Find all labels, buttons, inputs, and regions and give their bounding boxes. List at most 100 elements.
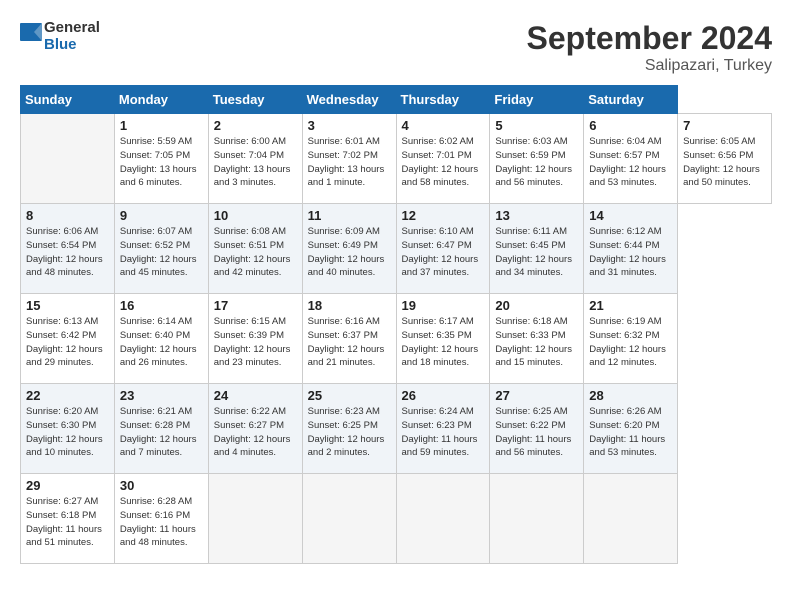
- calendar-cell: 26 Sunrise: 6:24 AMSunset: 6:23 PMDayligh…: [396, 384, 490, 474]
- logo-general: General: [44, 20, 100, 37]
- calendar-cell: 25 Sunrise: 6:23 AMSunset: 6:25 PMDayligh…: [302, 384, 396, 474]
- calendar-cell: 28 Sunrise: 6:26 AMSunset: 6:20 PMDayligh…: [584, 384, 678, 474]
- day-info: Sunrise: 6:13 AMSunset: 6:42 PMDaylight:…: [26, 315, 109, 370]
- weekday-header-sunday: Sunday: [21, 86, 115, 114]
- calendar-cell: 13 Sunrise: 6:11 AMSunset: 6:45 PMDayligh…: [490, 204, 584, 294]
- day-number: 7: [683, 118, 766, 133]
- calendar-cell: 14 Sunrise: 6:12 AMSunset: 6:44 PMDayligh…: [584, 204, 678, 294]
- day-number: 14: [589, 208, 672, 223]
- calendar-cell: 3Sunrise: 6:01 AMSunset: 7:02 PMDaylight…: [302, 114, 396, 204]
- page-header: General Blue September 2024 Salipazari, …: [20, 20, 772, 75]
- calendar-cell: 29Sunrise: 6:27 AMSunset: 6:18 PMDayligh…: [21, 474, 115, 564]
- day-info: Sunrise: 6:26 AMSunset: 6:20 PMDaylight:…: [589, 405, 672, 460]
- calendar-cell: [396, 474, 490, 564]
- day-number: 22: [26, 388, 109, 403]
- calendar-cell: 24 Sunrise: 6:22 AMSunset: 6:27 PMDayligh…: [208, 384, 302, 474]
- day-number: 26: [402, 388, 485, 403]
- day-info: Sunrise: 6:19 AMSunset: 6:32 PMDaylight:…: [589, 315, 672, 370]
- day-number: 25: [308, 388, 391, 403]
- day-info: Sunrise: 6:11 AMSunset: 6:45 PMDaylight:…: [495, 225, 578, 280]
- weekday-header-row: SundayMondayTuesdayWednesdayThursdayFrid…: [21, 86, 772, 114]
- day-number: 28: [589, 388, 672, 403]
- logo-blue: Blue: [44, 37, 100, 54]
- day-info: Sunrise: 6:00 AMSunset: 7:04 PMDaylight:…: [214, 135, 297, 190]
- day-number: 20: [495, 298, 578, 313]
- day-number: 17: [214, 298, 297, 313]
- day-number: 23: [120, 388, 203, 403]
- day-info: Sunrise: 6:21 AMSunset: 6:28 PMDaylight:…: [120, 405, 203, 460]
- day-info: Sunrise: 6:08 AMSunset: 6:51 PMDaylight:…: [214, 225, 297, 280]
- calendar-cell: [21, 114, 115, 204]
- day-number: 11: [308, 208, 391, 223]
- calendar-cell: 12Sunrise: 6:10 AMSunset: 6:47 PMDayligh…: [396, 204, 490, 294]
- day-info: Sunrise: 6:10 AMSunset: 6:47 PMDaylight:…: [402, 225, 485, 280]
- weekday-header-saturday: Saturday: [584, 86, 678, 114]
- day-number: 16: [120, 298, 203, 313]
- day-info: Sunrise: 6:07 AMSunset: 6:52 PMDaylight:…: [120, 225, 203, 280]
- weekday-header-wednesday: Wednesday: [302, 86, 396, 114]
- calendar-cell: [208, 474, 302, 564]
- day-info: Sunrise: 6:20 AMSunset: 6:30 PMDaylight:…: [26, 405, 109, 460]
- day-info: Sunrise: 6:28 AMSunset: 6:16 PMDaylight:…: [120, 495, 203, 550]
- month-year-title: September 2024: [527, 20, 772, 57]
- calendar-cell: 16 Sunrise: 6:14 AMSunset: 6:40 PMDayligh…: [114, 294, 208, 384]
- calendar-cell: 22 Sunrise: 6:20 AMSunset: 6:30 PMDayligh…: [21, 384, 115, 474]
- day-info: Sunrise: 6:25 AMSunset: 6:22 PMDaylight:…: [495, 405, 578, 460]
- calendar-cell: 27 Sunrise: 6:25 AMSunset: 6:22 PMDayligh…: [490, 384, 584, 474]
- weekday-header-monday: Monday: [114, 86, 208, 114]
- day-info: Sunrise: 6:23 AMSunset: 6:25 PMDaylight:…: [308, 405, 391, 460]
- day-info: Sunrise: 5:59 AMSunset: 7:05 PMDaylight:…: [120, 135, 203, 190]
- day-info: Sunrise: 6:06 AMSunset: 6:54 PMDaylight:…: [26, 225, 109, 280]
- day-number: 6: [589, 118, 672, 133]
- calendar-cell: 20Sunrise: 6:18 AMSunset: 6:33 PMDayligh…: [490, 294, 584, 384]
- day-number: 24: [214, 388, 297, 403]
- calendar-cell: 23 Sunrise: 6:21 AMSunset: 6:28 PMDayligh…: [114, 384, 208, 474]
- calendar-cell: 6Sunrise: 6:04 AMSunset: 6:57 PMDaylight…: [584, 114, 678, 204]
- calendar-cell: 9 Sunrise: 6:07 AMSunset: 6:52 PMDaylight…: [114, 204, 208, 294]
- calendar-week-row: 8Sunrise: 6:06 AMSunset: 6:54 PMDaylight…: [21, 204, 772, 294]
- logo-flag-icon: [20, 23, 42, 51]
- day-info: Sunrise: 6:12 AMSunset: 6:44 PMDaylight:…: [589, 225, 672, 280]
- day-info: Sunrise: 6:02 AMSunset: 7:01 PMDaylight:…: [402, 135, 485, 190]
- day-number: 21: [589, 298, 672, 313]
- day-info: Sunrise: 6:03 AMSunset: 6:59 PMDaylight:…: [495, 135, 578, 190]
- day-info: Sunrise: 6:24 AMSunset: 6:23 PMDaylight:…: [402, 405, 485, 460]
- day-info: Sunrise: 6:17 AMSunset: 6:35 PMDaylight:…: [402, 315, 485, 370]
- weekday-header-friday: Friday: [490, 86, 584, 114]
- calendar-week-row: 22 Sunrise: 6:20 AMSunset: 6:30 PMDayligh…: [21, 384, 772, 474]
- logo-text: General Blue: [44, 20, 100, 53]
- calendar-cell: [302, 474, 396, 564]
- calendar-cell: 15 Sunrise: 6:13 AMSunset: 6:42 PMDayligh…: [21, 294, 115, 384]
- title-block: September 2024 Salipazari, Turkey: [527, 20, 772, 75]
- day-number: 15: [26, 298, 109, 313]
- day-number: 27: [495, 388, 578, 403]
- day-info: Sunrise: 6:22 AMSunset: 6:27 PMDaylight:…: [214, 405, 297, 460]
- calendar-cell: 30 Sunrise: 6:28 AMSunset: 6:16 PMDayligh…: [114, 474, 208, 564]
- day-info: Sunrise: 6:14 AMSunset: 6:40 PMDaylight:…: [120, 315, 203, 370]
- calendar-cell: 11 Sunrise: 6:09 AMSunset: 6:49 PMDayligh…: [302, 204, 396, 294]
- day-info: Sunrise: 6:05 AMSunset: 6:56 PMDaylight:…: [683, 135, 766, 190]
- calendar-cell: 10 Sunrise: 6:08 AMSunset: 6:51 PMDayligh…: [208, 204, 302, 294]
- calendar-cell: [490, 474, 584, 564]
- day-info: Sunrise: 6:09 AMSunset: 6:49 PMDaylight:…: [308, 225, 391, 280]
- day-info: Sunrise: 6:15 AMSunset: 6:39 PMDaylight:…: [214, 315, 297, 370]
- day-info: Sunrise: 6:27 AMSunset: 6:18 PMDaylight:…: [26, 495, 109, 550]
- day-number: 9: [120, 208, 203, 223]
- day-number: 13: [495, 208, 578, 223]
- day-number: 10: [214, 208, 297, 223]
- calendar-cell: 4 Sunrise: 6:02 AMSunset: 7:01 PMDaylight…: [396, 114, 490, 204]
- day-info: Sunrise: 6:16 AMSunset: 6:37 PMDaylight:…: [308, 315, 391, 370]
- day-number: 19: [402, 298, 485, 313]
- day-number: 18: [308, 298, 391, 313]
- calendar-cell: [584, 474, 678, 564]
- day-number: 30: [120, 478, 203, 493]
- weekday-header-thursday: Thursday: [396, 86, 490, 114]
- calendar-cell: 8Sunrise: 6:06 AMSunset: 6:54 PMDaylight…: [21, 204, 115, 294]
- calendar-cell: 18 Sunrise: 6:16 AMSunset: 6:37 PMDayligh…: [302, 294, 396, 384]
- day-number: 4: [402, 118, 485, 133]
- calendar-cell: 21 Sunrise: 6:19 AMSunset: 6:32 PMDayligh…: [584, 294, 678, 384]
- calendar-table: SundayMondayTuesdayWednesdayThursdayFrid…: [20, 85, 772, 564]
- calendar-cell: 7 Sunrise: 6:05 AMSunset: 6:56 PMDaylight…: [678, 114, 772, 204]
- calendar-week-row: 15 Sunrise: 6:13 AMSunset: 6:42 PMDayligh…: [21, 294, 772, 384]
- calendar-cell: 5Sunrise: 6:03 AMSunset: 6:59 PMDaylight…: [490, 114, 584, 204]
